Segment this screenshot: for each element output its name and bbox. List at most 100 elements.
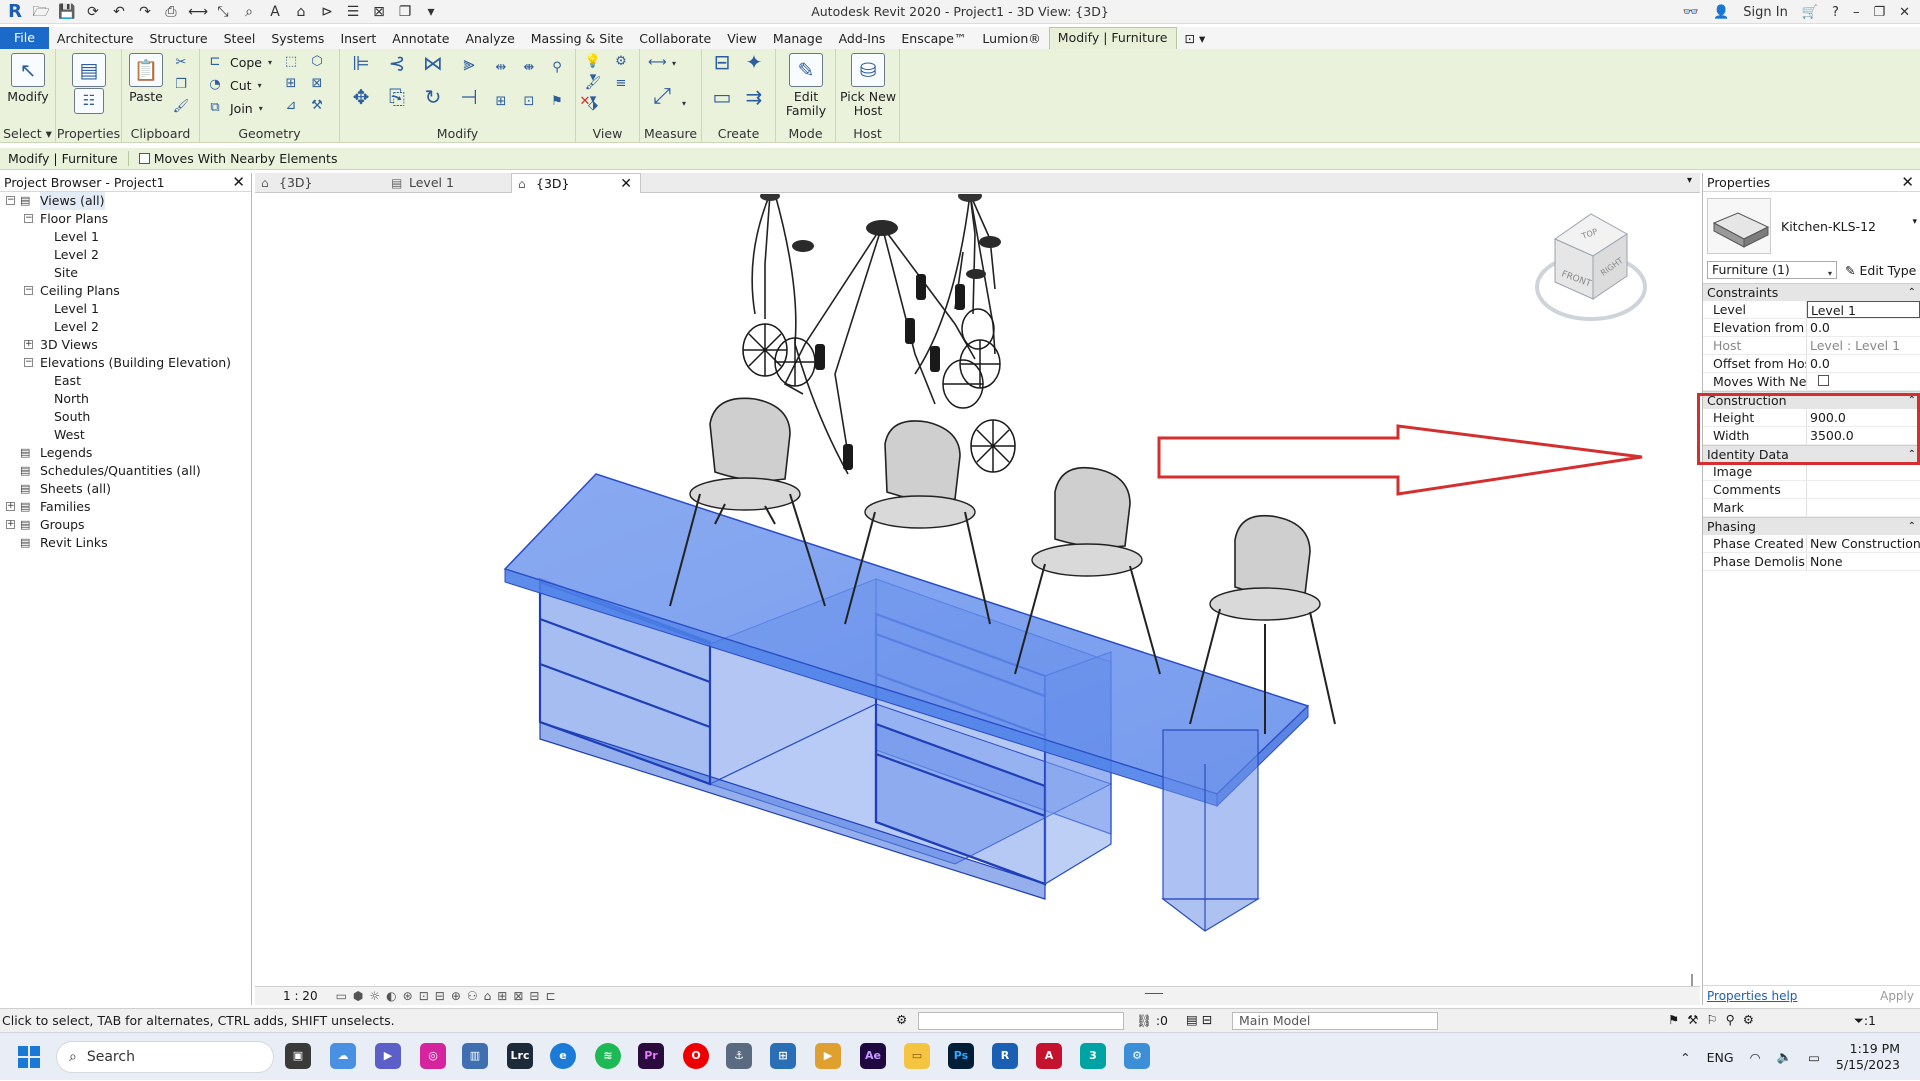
browser-item[interactable]: Level 1 xyxy=(0,228,251,246)
photoshop-icon[interactable]: Ps xyxy=(948,1043,974,1069)
tab-lumion[interactable]: Lumion® xyxy=(974,29,1048,49)
help-icon[interactable]: ? xyxy=(1832,5,1839,20)
edit-family-button[interactable]: ✎ Edit Family xyxy=(780,53,832,118)
switch-windows-icon[interactable]: ❐ xyxy=(396,4,414,20)
revit-logo[interactable]: R xyxy=(4,1,26,23)
create-group-icon[interactable]: ▭ xyxy=(708,87,736,117)
clock[interactable]: 1:19 PM 5/15/2023 xyxy=(1836,1041,1900,1073)
override-graphics-icon[interactable]: 🖌 ▾ xyxy=(584,76,602,107)
view-cube[interactable]: TOP FRONT RIGHT xyxy=(1535,213,1647,321)
cut-icon[interactable]: ✂ xyxy=(172,55,190,71)
browser-item[interactable]: − Elevations (Building Elevation) xyxy=(0,354,251,372)
remove-paint-icon[interactable]: ⊠ xyxy=(308,76,326,92)
unpin-icon[interactable]: ⚲ xyxy=(548,60,566,76)
browser-item[interactable]: + ▤ Groups xyxy=(0,516,251,534)
task-view-icon[interactable]: ▣ xyxy=(285,1043,311,1069)
tab-view[interactable]: View xyxy=(719,29,765,49)
property-checkbox[interactable] xyxy=(1818,375,1829,386)
edge-icon[interactable]: e xyxy=(550,1043,576,1069)
sun-path-icon[interactable]: ☼ xyxy=(369,989,380,1003)
model-canvas[interactable]: TOP FRONT RIGHT xyxy=(255,194,1700,986)
browser-item[interactable]: ▤ Legends xyxy=(0,444,251,462)
tab-manage[interactable]: Manage xyxy=(765,29,831,49)
crop-view-icon[interactable]: ⊡ xyxy=(419,989,429,1003)
property-value[interactable]: None xyxy=(1807,553,1920,570)
tab-analyze[interactable]: Analyze xyxy=(458,29,523,49)
section-icon[interactable]: ⊳ xyxy=(318,4,336,20)
property-value[interactable] xyxy=(1807,373,1920,390)
worksets-icon[interactable]: ⚙ xyxy=(896,1012,907,1027)
trim-extend-icon[interactable]: ⊣ xyxy=(456,87,482,115)
tab-collaborate[interactable]: Collaborate xyxy=(631,29,719,49)
copy-icon[interactable]: ❐ xyxy=(172,77,190,93)
edit-type-button[interactable]: ✎ Edit Type xyxy=(1845,263,1916,278)
expand-icon[interactable]: + xyxy=(24,340,33,349)
tab-enscape[interactable]: Enscape™ xyxy=(893,29,974,49)
render-icon[interactable]: ⊛ xyxy=(403,989,413,1003)
property-value[interactable] xyxy=(1807,499,1920,516)
after-effects-icon[interactable]: Ae xyxy=(860,1043,886,1069)
hide-in-view-icon[interactable]: 💡 ▾ xyxy=(584,54,602,85)
browser-item[interactable]: Level 2 xyxy=(0,246,251,264)
property-value[interactable]: New Construction xyxy=(1807,535,1920,552)
weather-icon[interactable]: ☁ xyxy=(330,1043,356,1069)
property-value[interactable] xyxy=(1807,481,1920,498)
chevron-up-icon[interactable]: ⌃ xyxy=(1680,1050,1690,1065)
property-value[interactable] xyxy=(1807,463,1920,480)
open-icon[interactable]: 🗁 xyxy=(32,4,50,20)
crop-region-icon[interactable]: ⊟ xyxy=(435,989,445,1003)
save-icon[interactable]: 💾 xyxy=(58,4,76,20)
tab-file[interactable]: File xyxy=(0,27,49,49)
browser-item[interactable]: South xyxy=(0,408,251,426)
print-icon[interactable]: ⎙ xyxy=(162,4,180,20)
browser-item[interactable]: ▤ Sheets (all) xyxy=(0,480,251,498)
mirror-draw-icon[interactable]: ⫸ xyxy=(456,53,482,81)
customize-qat-icon[interactable]: ▾ xyxy=(422,4,440,20)
close-icon[interactable]: ✕ xyxy=(620,174,632,194)
app-icon-2[interactable]: ⊞ xyxy=(770,1043,796,1069)
mirror-pick-icon[interactable]: ⋈ xyxy=(420,53,446,81)
browser-item[interactable]: Site xyxy=(0,264,251,282)
close-hidden-icon[interactable]: ⊠ xyxy=(370,4,388,20)
teams-icon[interactable]: ▶ xyxy=(375,1043,401,1069)
browser-item[interactable]: +3D Views xyxy=(0,336,251,354)
binoculars-icon[interactable]: 👓 xyxy=(1683,5,1699,20)
sync-icon[interactable]: ⟳ xyxy=(84,4,102,20)
user-icon[interactable]: 👤 xyxy=(1713,5,1729,20)
tab-insert[interactable]: Insert xyxy=(332,29,384,49)
browser-item[interactable]: − Floor Plans xyxy=(0,210,251,228)
match-type-icon[interactable]: 🖌 xyxy=(172,99,190,115)
browser-item[interactable]: + ▤ Families xyxy=(0,498,251,516)
align-icon[interactable]: ⊫ xyxy=(348,53,374,81)
collapse-icon[interactable]: − xyxy=(24,358,33,367)
collapse-icon[interactable]: ⌃ xyxy=(1908,518,1916,536)
selection-filter-icons[interactable]: ⚑⚒⚐⚲⚙ xyxy=(1668,1012,1762,1027)
expand-icon[interactable]: + xyxy=(6,520,15,529)
pin-icon[interactable]: ⚑ xyxy=(548,94,566,110)
create-similar-icon[interactable]: ⇉ xyxy=(740,87,768,117)
collapse-icon[interactable]: − xyxy=(24,286,33,295)
move-icon[interactable]: ✥ xyxy=(348,87,374,115)
tab-modify-furniture[interactable]: Modify | Furniture xyxy=(1048,27,1177,49)
visual-style-icon[interactable]: ⬢ xyxy=(353,989,363,1003)
reveal-constraints-icon[interactable]: ⊏ xyxy=(545,989,555,1003)
properties-help-link[interactable]: Properties help xyxy=(1707,989,1797,1003)
linework-icon[interactable]: ⚙ xyxy=(612,54,630,70)
split-face-icon[interactable]: ⊞ xyxy=(282,76,300,92)
create-parts-icon[interactable]: ✦ xyxy=(740,52,768,82)
apply-button[interactable]: Apply xyxy=(1880,989,1914,1003)
battery-icon[interactable]: ▭ xyxy=(1808,1050,1820,1065)
sign-in-link[interactable]: Sign In xyxy=(1743,5,1788,20)
revit-taskbar-icon[interactable]: R xyxy=(992,1043,1018,1069)
3ds-max-icon[interactable]: 3 xyxy=(1080,1043,1106,1069)
browser-item[interactable]: Level 1 xyxy=(0,300,251,318)
shadows-icon[interactable]: ◐ xyxy=(386,989,396,1003)
collapse-icon[interactable]: − xyxy=(6,196,15,205)
split-icon[interactable]: ⇹ xyxy=(492,60,510,76)
tab-annotate[interactable]: Annotate xyxy=(384,29,457,49)
hammer-icon[interactable]: ⚒ xyxy=(308,98,326,114)
media-icon[interactable]: ▶ xyxy=(815,1043,841,1069)
instance-filter-select[interactable]: Furniture (1) ▾ xyxy=(1707,261,1837,279)
array-icon[interactable]: ⊞ xyxy=(492,94,510,110)
analytical-model-icon[interactable]: ⊠ xyxy=(513,989,523,1003)
